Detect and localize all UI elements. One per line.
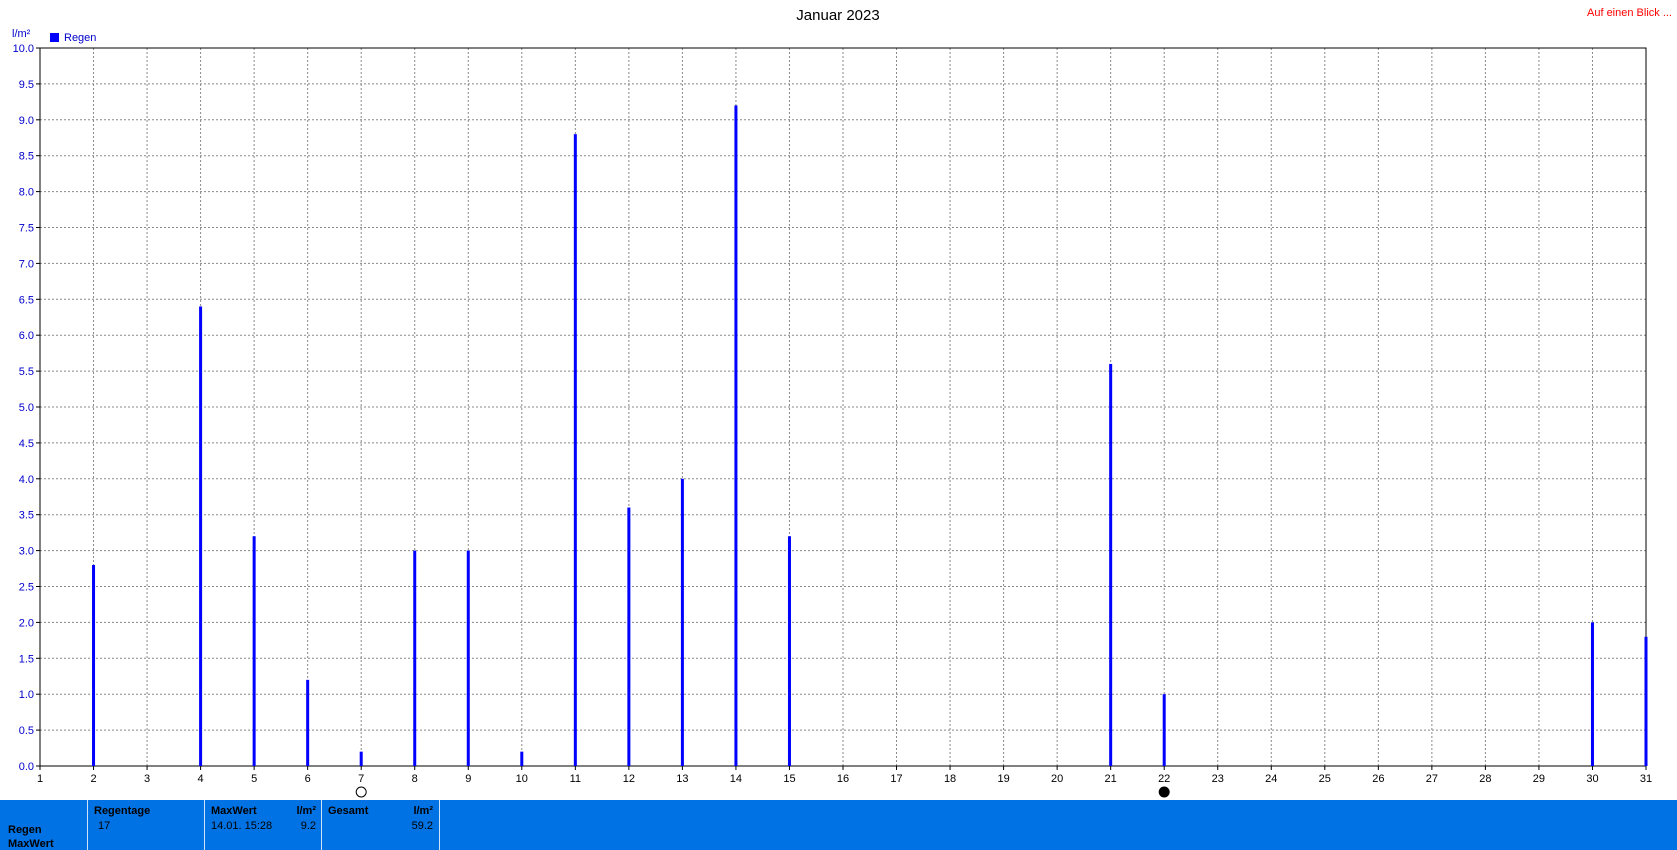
y-tick-label: 10.0 <box>13 43 34 55</box>
full-moon-icon <box>355 786 367 798</box>
y-tick-label: 7.0 <box>19 258 34 270</box>
x-tick-label: 4 <box>198 773 204 785</box>
y-tick-label: 0.5 <box>19 725 34 737</box>
y-tick-label: 6.0 <box>19 330 34 342</box>
bar <box>359 751 363 766</box>
bar <box>520 751 524 766</box>
summary-panel: Regen MaxWert Regentage 17 MaxWert l/m² … <box>0 800 1677 850</box>
bar <box>734 105 738 766</box>
x-tick-label: 16 <box>837 773 849 785</box>
new-moon-icon <box>1158 786 1170 798</box>
legend-swatch <box>50 33 59 42</box>
bar <box>1644 636 1648 766</box>
y-tick-label: 2.0 <box>19 617 34 629</box>
chart-title: Januar 2023 <box>796 7 879 24</box>
maxwert-cell: MaxWert l/m² 14.01. 15:28 9.2 <box>204 800 322 850</box>
maxwert-value: 9.2 <box>300 820 316 832</box>
x-tick-label: 26 <box>1372 773 1384 785</box>
gesamt-value: 59.2 <box>411 820 433 832</box>
regentage-label: Regentage <box>94 805 151 817</box>
x-tick-label: 21 <box>1105 773 1117 785</box>
bar <box>1590 622 1594 766</box>
regentage-value: 17 <box>98 820 111 832</box>
y-tick-label: 9.5 <box>19 79 34 91</box>
x-tick-label: 7 <box>358 773 364 785</box>
x-tick-label: 8 <box>412 773 418 785</box>
bar <box>413 550 417 766</box>
x-tick-label: 5 <box>251 773 257 785</box>
bar <box>92 564 96 766</box>
y-tick-label: 1.5 <box>19 653 34 665</box>
row-label-regen: Regen <box>8 824 42 836</box>
legend-label: Regen <box>64 32 96 44</box>
bar <box>466 550 470 766</box>
bar <box>627 507 631 766</box>
x-tick-label: 17 <box>890 773 902 785</box>
bar <box>252 536 256 766</box>
x-tick-label: 30 <box>1586 773 1598 785</box>
x-tick-label: 1 <box>37 773 43 785</box>
bar <box>787 536 791 766</box>
row-label-maxwert: MaxWert <box>8 838 54 850</box>
x-tick-label: 29 <box>1533 773 1545 785</box>
regentage-cell: Regentage 17 <box>87 800 205 850</box>
y-tick-label: 1.0 <box>19 689 34 701</box>
y-tick-label: 4.0 <box>19 474 34 486</box>
rain-chart: Januar 2023 Auf einen Blick ... l/m² Reg… <box>12 7 1672 798</box>
x-tick-label: 25 <box>1319 773 1331 785</box>
y-axis-unit: l/m² <box>12 28 31 40</box>
x-tick-label: 2 <box>90 773 96 785</box>
x-tick-label: 14 <box>730 773 742 785</box>
y-tick-label: 8.5 <box>19 151 34 163</box>
x-axis: 1 2 3 4 5 6 7 8 9 10 11 12 13 14 15 16 17 18 19 20 21 22 23 24 2… <box>37 766 1652 785</box>
y-tick-label: 5.5 <box>19 366 34 378</box>
bar <box>199 306 203 766</box>
x-tick-label: 11 <box>570 773 581 785</box>
x-tick-label: 28 <box>1479 773 1491 785</box>
gesamt-cell: Gesamt l/m² 59.2 <box>321 800 440 850</box>
x-tick-label: 12 <box>623 773 635 785</box>
x-tick-label: 13 <box>676 773 688 785</box>
y-tick-label: 6.5 <box>19 294 34 306</box>
gesamt-label: Gesamt <box>328 805 369 817</box>
y-axis: 0.0 0.5 1.0 1.5 2.0 2.5 3.0 3.5 4.0 4.5 5.0 5.5 6.0 6… <box>13 43 40 773</box>
x-tick-label: 15 <box>783 773 795 785</box>
x-tick-label: 3 <box>144 773 150 785</box>
y-tick-label: 7.5 <box>19 223 34 235</box>
bar <box>306 679 310 766</box>
x-tick-label: 22 <box>1158 773 1170 785</box>
x-tick-label: 24 <box>1265 773 1277 785</box>
bar <box>1109 363 1113 766</box>
y-tick-label: 8.0 <box>19 187 34 199</box>
y-tick-label: 4.5 <box>19 438 34 450</box>
bar <box>680 478 684 766</box>
x-tick-label: 6 <box>305 773 311 785</box>
x-tick-label: 9 <box>465 773 471 785</box>
gesamt-unit: l/m² <box>413 805 433 817</box>
x-tick-label: 23 <box>1212 773 1224 785</box>
bar <box>1162 694 1166 766</box>
x-tick-label: 19 <box>997 773 1009 785</box>
x-tick-label: 27 <box>1426 773 1438 785</box>
moon-markers <box>355 786 1170 798</box>
y-tick-label: 3.0 <box>19 546 34 558</box>
overview-link[interactable]: Auf einen Blick ... <box>1587 7 1672 19</box>
x-tick-label: 20 <box>1051 773 1063 785</box>
x-tick-label: 18 <box>944 773 956 785</box>
y-tick-label: 3.5 <box>19 510 34 522</box>
y-tick-label: 0.0 <box>19 761 34 773</box>
x-tick-label: 31 <box>1640 773 1652 785</box>
y-tick-label: 2.5 <box>19 582 34 594</box>
maxwert-unit: l/m² <box>296 805 316 817</box>
maxwert-date: 14.01. 15:28 <box>211 820 273 832</box>
y-tick-label: 5.0 <box>19 402 34 414</box>
bars <box>92 105 1648 766</box>
bar <box>573 134 577 766</box>
x-tick-label: 10 <box>516 773 528 785</box>
y-tick-label: 9.0 <box>19 115 34 127</box>
grid <box>40 48 1646 766</box>
maxwert-label: MaxWert <box>211 805 257 817</box>
